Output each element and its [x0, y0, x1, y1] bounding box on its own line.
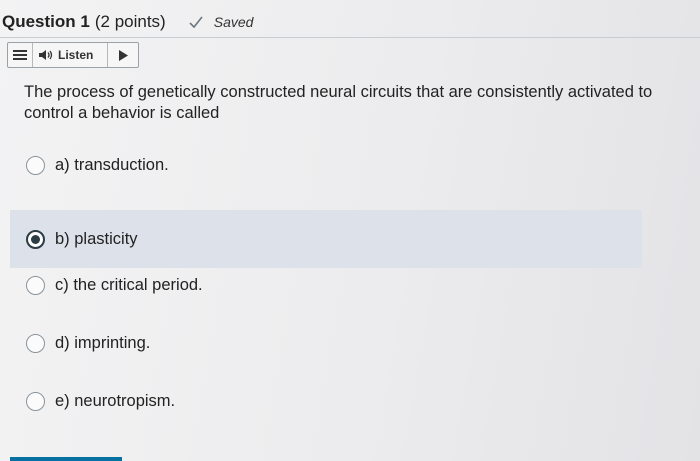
menu-button[interactable]	[8, 43, 33, 67]
radio-button[interactable]	[26, 391, 45, 411]
bottom-button-edge[interactable]	[10, 457, 122, 461]
header-divider	[0, 37, 700, 38]
option-label: d) imprinting.	[55, 333, 151, 352]
saved-label: Saved	[213, 14, 254, 30]
saved-status: Saved	[188, 14, 254, 30]
answer-option-a[interactable]: a) transduction.	[10, 136, 642, 194]
question-text: The process of genetically constructed n…	[24, 83, 653, 122]
listen-label: Listen	[58, 48, 94, 62]
play-button[interactable]	[108, 43, 138, 67]
listen-toolbar: Listen	[7, 42, 139, 68]
listen-button[interactable]: Listen	[33, 43, 108, 67]
option-label: c) the critical period.	[55, 275, 203, 294]
radio-button[interactable]	[26, 155, 45, 175]
answer-option-e[interactable]: e) neurotropism.	[10, 372, 642, 430]
question-points: (2 points)	[94, 12, 166, 31]
question-number: Question 1	[2, 12, 90, 31]
quiz-page: Question 1 (2 points) Saved Listen The p…	[0, 0, 700, 461]
option-label: a) transduction.	[55, 155, 169, 174]
option-label: b) plasticity	[55, 229, 138, 248]
menu-icon	[13, 50, 27, 60]
radio-button[interactable]	[26, 333, 45, 353]
play-icon	[118, 49, 128, 61]
answer-option-c[interactable]: c) the critical period.	[10, 256, 642, 314]
answer-option-d[interactable]: d) imprinting.	[10, 314, 642, 372]
checkmark-icon	[189, 16, 203, 29]
speaker-icon	[39, 50, 53, 60]
radio-button-selected[interactable]	[26, 229, 45, 249]
question-header: Question 1 (2 points) Saved	[2, 8, 253, 36]
option-label: e) neurotropism.	[55, 391, 176, 410]
radio-button[interactable]	[26, 275, 45, 295]
